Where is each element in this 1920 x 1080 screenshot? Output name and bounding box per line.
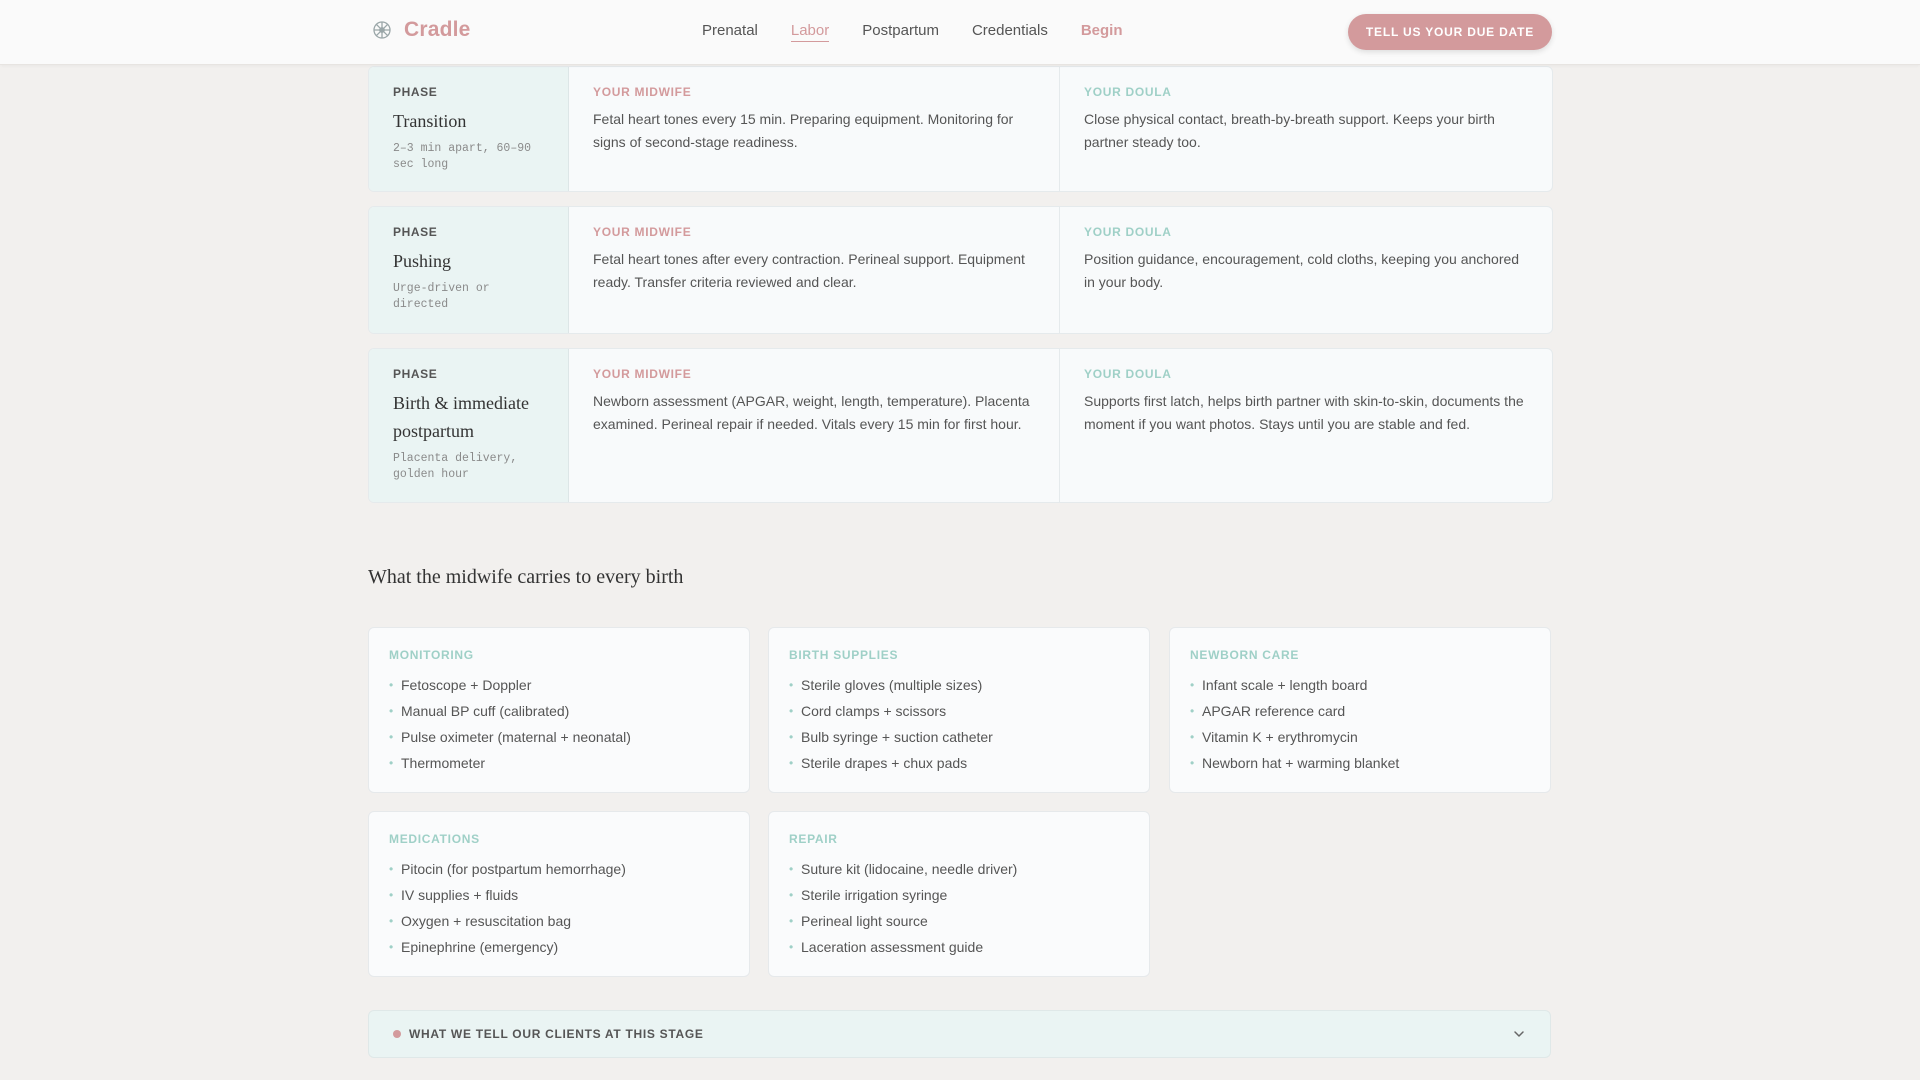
nav-link-credentials[interactable]: Credentials bbox=[972, 22, 1048, 42]
list-item: Bulb syringe + suction catheter bbox=[789, 724, 1129, 750]
doula-title: YOUR DOULA bbox=[1084, 225, 1172, 239]
midwife-column: YOUR MIDWIFE Newborn assessment (APGAR, … bbox=[569, 349, 1060, 502]
doula-column: YOUR DOULA Position guidance, encouragem… bbox=[1060, 207, 1551, 333]
supply-list: Infant scale + length board APGAR refere… bbox=[1190, 672, 1530, 776]
list-item: Suture kit (lidocaine, needle driver) bbox=[789, 856, 1129, 882]
list-item: Oxygen + resuscitation bag bbox=[389, 908, 729, 934]
supply-card-repair: REPAIR Suture kit (lidocaine, needle dri… bbox=[768, 811, 1150, 977]
list-item: Infant scale + length board bbox=[1190, 672, 1530, 698]
doula-text: Close physical contact, breath-by-breath… bbox=[1084, 111, 1495, 150]
phase-column: PHASE Pushing Urge-driven or directed bbox=[369, 207, 569, 333]
supply-card-birth-supplies: BIRTH SUPPLIES Sterile gloves (multiple … bbox=[768, 627, 1150, 793]
phase-label: PHASE bbox=[393, 367, 438, 381]
phase-timing: 2–3 min apart, 60–90 sec long bbox=[393, 142, 532, 171]
supply-list: Pitocin (for postpartum hemorrhage) IV s… bbox=[389, 856, 729, 960]
doula-title: YOUR DOULA bbox=[1084, 85, 1172, 99]
doula-title: YOUR DOULA bbox=[1084, 367, 1172, 381]
supply-card-title: NEWBORN CARE bbox=[1190, 648, 1300, 662]
list-item: Perineal light source bbox=[789, 908, 1129, 934]
supply-list: Sterile gloves (multiple sizes) Cord cla… bbox=[789, 672, 1129, 776]
brand[interactable]: Cradle bbox=[372, 18, 471, 42]
list-item: Pitocin (for postpartum hemorrhage) bbox=[389, 856, 729, 882]
accordion-label: WHAT WE TELL OUR CLIENTS AT THIS STAGE bbox=[409, 1027, 704, 1041]
phase-card-birth: PHASE Birth & immediate postpartum Place… bbox=[368, 348, 1553, 503]
midwife-text: Fetal heart tones every 15 min. Preparin… bbox=[593, 111, 1014, 150]
supply-card-title: REPAIR bbox=[789, 832, 838, 846]
top-navigation-bar: Cradle Prenatal Labor Postpartum Credent… bbox=[0, 0, 1920, 65]
phase-name: Pushing bbox=[393, 251, 452, 271]
midwife-title: YOUR MIDWIFE bbox=[593, 367, 692, 381]
list-item: Sterile irrigation syringe bbox=[789, 882, 1129, 908]
list-item: Sterile drapes + chux pads bbox=[789, 750, 1129, 776]
midwife-column: YOUR MIDWIFE Fetal heart tones after eve… bbox=[569, 207, 1060, 333]
doula-text: Supports first latch, helps birth partne… bbox=[1084, 393, 1524, 432]
list-item: Laceration assessment guide bbox=[789, 934, 1129, 960]
phase-name: Transition bbox=[393, 111, 467, 131]
supply-card-medications: MEDICATIONS Pitocin (for postpartum hemo… bbox=[368, 811, 750, 977]
flower-logo-icon bbox=[373, 21, 391, 39]
nav-link-begin[interactable]: Begin bbox=[1081, 22, 1123, 42]
list-item: Newborn hat + warming blanket bbox=[1190, 750, 1530, 776]
phase-column: PHASE Birth & immediate postpartum Place… bbox=[369, 349, 569, 502]
supply-card-newborn-care: NEWBORN CARE Infant scale + length board… bbox=[1169, 627, 1551, 793]
phase-label: PHASE bbox=[393, 85, 438, 99]
main-nav: Prenatal Labor Postpartum Credentials Be… bbox=[702, 22, 1123, 42]
list-item: Pulse oximeter (maternal + neonatal) bbox=[389, 724, 729, 750]
list-item: IV supplies + fluids bbox=[389, 882, 729, 908]
list-item: Cord clamps + scissors bbox=[789, 698, 1129, 724]
phase-column: PHASE Transition 2–3 min apart, 60–90 se… bbox=[369, 67, 569, 191]
nav-link-postpartum[interactable]: Postpartum bbox=[862, 22, 939, 42]
nav-link-prenatal[interactable]: Prenatal bbox=[702, 22, 758, 42]
midwife-column: YOUR MIDWIFE Fetal heart tones every 15 … bbox=[569, 67, 1060, 191]
phase-card-transition: PHASE Transition 2–3 min apart, 60–90 se… bbox=[368, 66, 1553, 192]
chevron-down-icon[interactable] bbox=[1512, 1027, 1526, 1041]
phase-label: PHASE bbox=[393, 225, 438, 239]
supply-card-monitoring: MONITORING Fetoscope + Doppler Manual BP… bbox=[368, 627, 750, 793]
phase-card-pushing: PHASE Pushing Urge-driven or directed YO… bbox=[368, 206, 1553, 334]
supply-card-title: MONITORING bbox=[389, 648, 474, 662]
client-advice-accordion[interactable]: WHAT WE TELL OUR CLIENTS AT THIS STAGE bbox=[368, 1010, 1551, 1058]
due-date-button[interactable]: TELL US YOUR DUE DATE bbox=[1348, 14, 1552, 50]
midwife-title: YOUR MIDWIFE bbox=[593, 85, 692, 99]
supplies-heading: What the midwife carries to every birth bbox=[368, 566, 684, 588]
doula-text: Position guidance, encouragement, cold c… bbox=[1084, 251, 1520, 290]
phase-timing: Placenta delivery, golden hour bbox=[393, 452, 518, 481]
doula-column: YOUR DOULA Close physical contact, breat… bbox=[1060, 67, 1551, 191]
list-item: Epinephrine (emergency) bbox=[389, 934, 729, 960]
list-item: Sterile gloves (multiple sizes) bbox=[789, 672, 1129, 698]
list-item: APGAR reference card bbox=[1190, 698, 1530, 724]
list-item: Fetoscope + Doppler bbox=[389, 672, 729, 698]
list-item: Manual BP cuff (calibrated) bbox=[389, 698, 729, 724]
midwife-text: Newborn assessment (APGAR, weight, lengt… bbox=[593, 393, 1030, 432]
list-item: Thermometer bbox=[389, 750, 729, 776]
midwife-title: YOUR MIDWIFE bbox=[593, 225, 692, 239]
phase-timing: Urge-driven or directed bbox=[393, 282, 490, 311]
nav-link-labor[interactable]: Labor bbox=[790, 22, 830, 42]
bullet-dot-icon bbox=[393, 1030, 401, 1038]
doula-column: YOUR DOULA Supports first latch, helps b… bbox=[1060, 349, 1551, 502]
phase-name: Birth & immediate postpartum bbox=[393, 393, 529, 441]
supply-list: Fetoscope + Doppler Manual BP cuff (cali… bbox=[389, 672, 729, 776]
supply-list: Suture kit (lidocaine, needle driver) St… bbox=[789, 856, 1129, 960]
supply-card-title: BIRTH SUPPLIES bbox=[789, 648, 899, 662]
list-item: Vitamin K + erythromycin bbox=[1190, 724, 1530, 750]
brand-name: Cradle bbox=[404, 18, 471, 41]
supply-card-title: MEDICATIONS bbox=[389, 832, 480, 846]
midwife-text: Fetal heart tones after every contractio… bbox=[593, 251, 1025, 290]
